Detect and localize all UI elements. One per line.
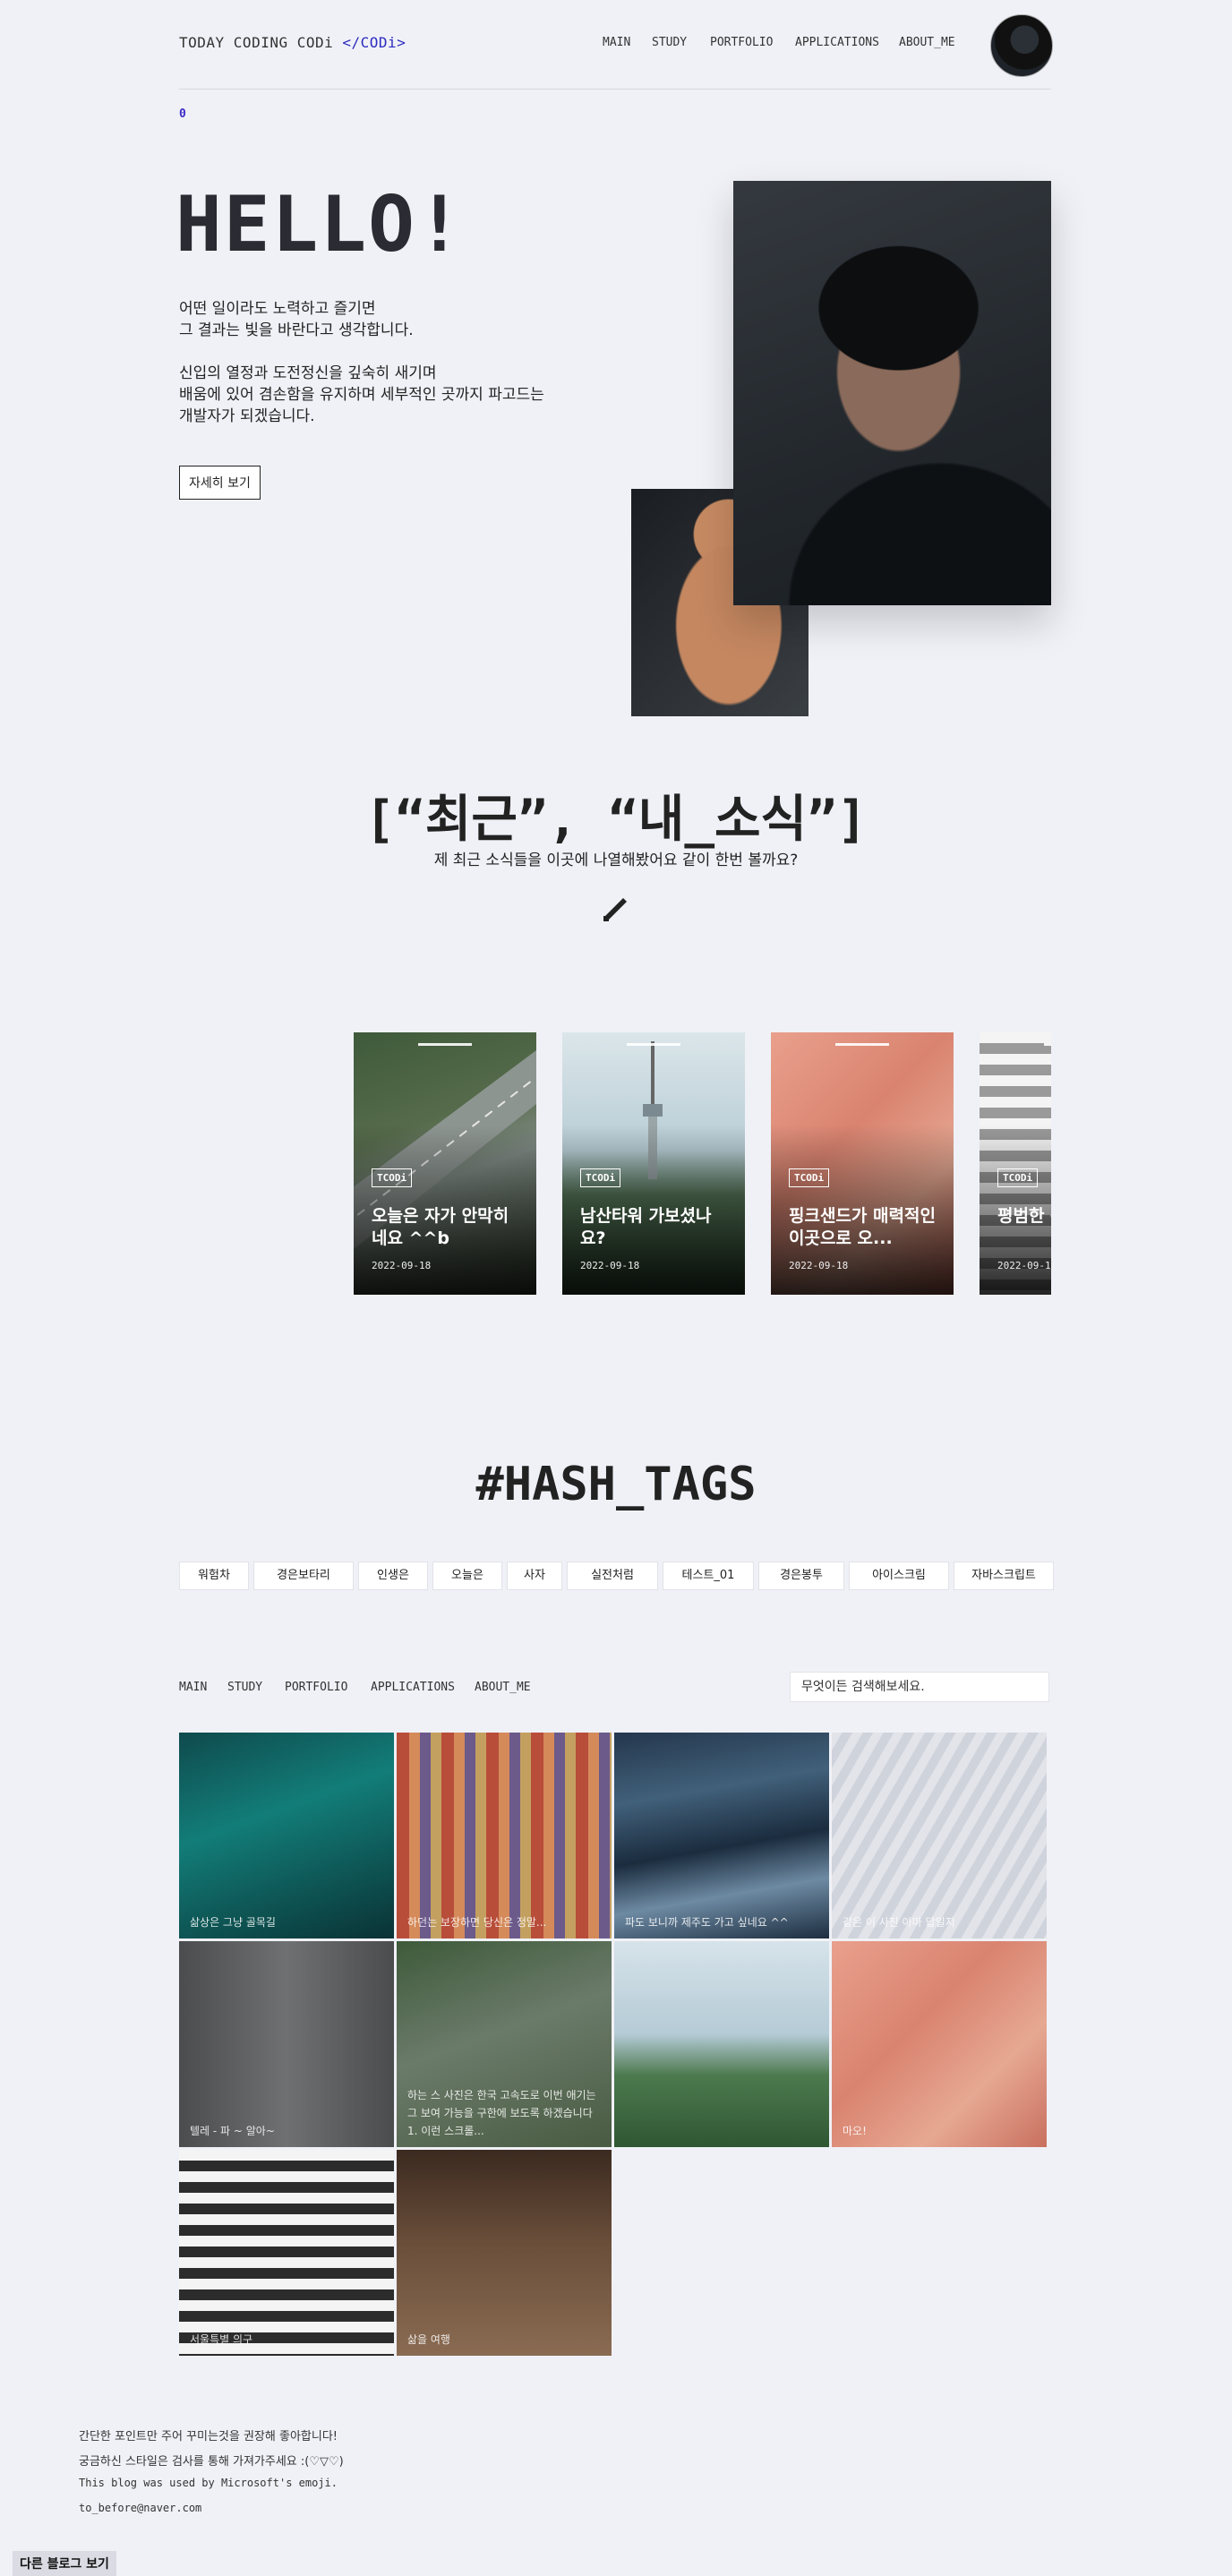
gallery-tile[interactable]: 마오! <box>832 1941 1047 2147</box>
tile-caption: 삶상은 그냥 골목길 <box>190 1916 276 1929</box>
more-details-button[interactable]: 자세히 보기 <box>179 466 261 500</box>
hero-intro-5: 개발자가 되겠습니다. <box>179 407 315 425</box>
other-blog-button[interactable]: 다른 블로그 보기 <box>13 2551 116 2576</box>
nav-applications[interactable]: APPLICATIONS <box>795 36 879 49</box>
search-input[interactable] <box>790 1672 1049 1702</box>
footer-line-3: This blog was used by Microsoft's emoji. <box>79 2477 338 2489</box>
hashtag-button[interactable]: 실전처럼 <box>567 1562 658 1590</box>
hashtags-title: #HASH_TAGS <box>475 1458 757 1511</box>
footer-email[interactable]: to_before@naver.com <box>79 2502 201 2514</box>
card-tag: TCODi <box>372 1168 413 1187</box>
footer-line-2: 궁금하신 스타일은 검사를 통해 가져가주세요 :(♡▽♡) <box>79 2455 344 2469</box>
gallery-nav-study[interactable]: STUDY <box>227 1681 262 1694</box>
nav-main[interactable]: MAIN <box>603 36 630 49</box>
profile-photo <box>733 181 1051 605</box>
logo-code: </CODi> <box>342 34 406 51</box>
gallery-nav-portfolio[interactable]: PORTFOLIO <box>285 1681 347 1694</box>
news-card[interactable]: TCODi 남산타워 가보셨나요? 2022-09-18 <box>562 1032 745 1295</box>
card-date: 2022-09-18 <box>997 1260 1051 1271</box>
gallery-nav-applications[interactable]: APPLICATIONS <box>371 1681 455 1694</box>
gallery-tile[interactable]: 삶상은 그냥 골목길 <box>179 1733 394 1938</box>
blog-logo[interactable]: TODAY CODING CODi </CODi> <box>179 34 406 51</box>
tile-caption: 마오! <box>843 2125 867 2137</box>
hashtag-button[interactable]: 자바스크립트 <box>954 1562 1054 1590</box>
recent-news-subtitle: 제 최근 소식들을 이곳에 나열해봤어요 같이 한번 볼까요? <box>433 852 799 869</box>
card-date: 2022-09-18 <box>580 1260 640 1271</box>
nav-portfolio[interactable]: PORTFOLIO <box>710 36 773 49</box>
gallery-tile[interactable] <box>614 1941 829 2147</box>
news-card-clip: TCODi 평범한 용! 2022-09-18 <box>980 1032 1051 1295</box>
tile-caption: 파도 보니까 제주도 가고 싶네요 ^^ <box>625 1916 789 1929</box>
tile-caption: 하던는 보장하면 당신은 정말... <box>407 1916 547 1929</box>
card-bar <box>1044 1043 1051 1046</box>
hashtag-button[interactable]: 오늘은 <box>432 1562 502 1590</box>
card-tag: TCODi <box>580 1168 621 1187</box>
gallery-tile[interactable]: 하는 스 사진은 한국 고속도로 이번 애기는 그 보여 가능을 구한에 보도록… <box>397 1941 612 2147</box>
card-date: 2022-09-18 <box>789 1260 849 1271</box>
profile-avatar[interactable] <box>990 14 1053 77</box>
header-divider <box>179 89 1051 90</box>
pencil-icon <box>603 898 627 921</box>
news-card[interactable]: TCODi 오늘은 자가 안막히네요 ^^b 2022-09-18 <box>354 1032 536 1295</box>
gallery-tile[interactable]: 같은 이 사진 아마 답일지 <box>832 1733 1047 1938</box>
card-bar <box>418 1043 472 1046</box>
card-date: 2022-09-18 <box>372 1260 432 1271</box>
gallery-tile[interactable]: 텔레 - 파 ~ 알아~ <box>179 1941 394 2147</box>
gallery-nav-about-me[interactable]: ABOUT_ME <box>475 1681 531 1694</box>
tile-caption: 서울특별 의구 <box>190 2333 253 2346</box>
tile-caption: 같은 이 사진 아마 답일지 <box>843 1916 955 1929</box>
card-title: 오늘은 자가 안막히네요 ^^b <box>372 1206 509 1248</box>
hashtag-button[interactable]: 인생은 <box>358 1562 428 1590</box>
nav-study[interactable]: STUDY <box>652 36 687 49</box>
card-tag: TCODi <box>789 1168 830 1187</box>
card-title: 평범한 용! <box>997 1206 1051 1226</box>
gallery-tile[interactable]: 삶을 여행 <box>397 2150 612 2356</box>
hashtag-button[interactable]: 경은보타리 <box>253 1562 354 1590</box>
hero-intro-3: 신입의 열정과 도전정신을 깊숙히 새기며 <box>179 364 437 382</box>
gallery-tile[interactable]: 파도 보니까 제주도 가고 싶네요 ^^ <box>614 1733 829 1938</box>
nav-about-me[interactable]: ABOUT_ME <box>899 36 955 49</box>
recent-news-title: [“최근”, “내_소식”] <box>364 791 868 849</box>
card-title: 핑크샌드가 매력적인 이곳으로 오... <box>789 1206 936 1248</box>
logo-text: TODAY CODING CODi <box>179 34 343 51</box>
card-bar <box>835 1043 889 1046</box>
card-tag: TCODi <box>997 1168 1039 1187</box>
hashtag-button[interactable]: 사자 <box>507 1562 562 1590</box>
hashtag-button[interactable]: 테스트_01 <box>663 1562 754 1590</box>
gallery-tile[interactable]: 하던는 보장하면 당신은 정말... <box>397 1733 612 1938</box>
scroll-counter: 0 <box>179 107 186 121</box>
hero-intro-1: 어떤 일이라도 노력하고 즐기면 <box>179 300 376 318</box>
news-card[interactable]: TCODi 평범한 용! 2022-09-18 <box>980 1032 1051 1295</box>
hashtag-button[interactable]: 경은봉투 <box>758 1562 844 1590</box>
hero-intro-2: 그 결과는 빛을 바란다고 생각합니다. <box>179 321 414 339</box>
hero-title: HELLO! <box>175 180 465 270</box>
tile-caption: 하는 스 사진은 한국 고속도로 이번 애기는 그 보여 가능을 구한에 보도록… <box>407 2089 596 2137</box>
tile-caption: 삶을 여행 <box>407 2333 450 2346</box>
card-title: 남산타워 가보셨나요? <box>580 1206 712 1248</box>
hashtag-button[interactable]: 워험차 <box>179 1562 249 1590</box>
gallery-tile[interactable]: 서울특별 의구 <box>179 2150 394 2356</box>
hashtag-button[interactable]: 아이스크림 <box>849 1562 949 1590</box>
card-bar <box>627 1043 680 1046</box>
hero-intro-4: 배움에 있어 겸손함을 유지하며 세부적인 곳까지 파고드는 <box>179 386 544 404</box>
gallery-nav-main[interactable]: MAIN <box>179 1681 207 1694</box>
footer-line-1: 간단한 포인트만 주어 꾸미는것을 권장해 좋아합니다! <box>79 2430 338 2443</box>
news-card[interactable]: TCODi 핑크샌드가 매력적인 이곳으로 오... 2022-09-18 <box>771 1032 954 1295</box>
tile-caption: 텔레 - 파 ~ 알아~ <box>190 2125 275 2137</box>
